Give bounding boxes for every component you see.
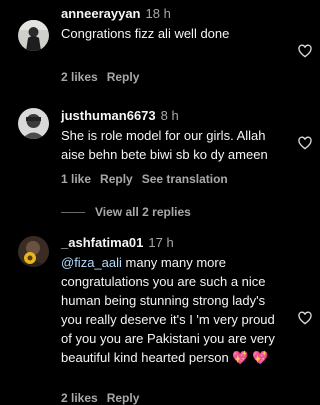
likes-count[interactable]: 2 likes [61, 70, 98, 84]
timestamp: 17 h [148, 235, 174, 250]
avatar[interactable] [18, 20, 49, 51]
comment-body: many many more congratulations you are s… [61, 255, 275, 365]
see-translation-link[interactable]: See translation [142, 172, 228, 186]
avatar[interactable] [18, 108, 49, 139]
reply-button[interactable]: Reply [100, 172, 133, 186]
user-mention[interactable]: @fiza_aali [61, 255, 122, 270]
reply-button[interactable]: Reply [107, 70, 140, 84]
timestamp: 8 h [160, 108, 179, 123]
view-replies-label: View all 2 replies [95, 205, 191, 219]
view-replies-button[interactable]: View all 2 replies [61, 205, 191, 219]
username[interactable]: justhuman6673 [61, 108, 156, 123]
comment-text: She is role model for our girls. Allah a… [61, 128, 268, 162]
username[interactable]: anneerayyan [61, 6, 141, 21]
heart-outline-icon[interactable] [297, 310, 313, 326]
heart-outline-icon[interactable] [297, 135, 313, 151]
comment-actions: 2 likes Reply [61, 391, 148, 405]
likes-count[interactable]: 2 likes [61, 391, 98, 405]
reply-button[interactable]: Reply [107, 391, 140, 405]
divider [61, 211, 85, 213]
comment-actions: 1 like Reply See translation [61, 172, 237, 186]
comment-actions: 2 likes Reply [61, 70, 148, 84]
avatar[interactable] [18, 236, 49, 267]
timestamp: 18 h [145, 6, 171, 21]
heart-emoji: 💖 💖 [232, 350, 269, 365]
username[interactable]: _ashfatima01 [61, 235, 143, 250]
comment-text: Congrations fizz ali well done [61, 26, 230, 41]
likes-count[interactable]: 1 like [61, 172, 91, 186]
comment-text: @fiza_aali many many more congratulation… [61, 253, 289, 367]
heart-outline-icon[interactable] [297, 43, 313, 59]
